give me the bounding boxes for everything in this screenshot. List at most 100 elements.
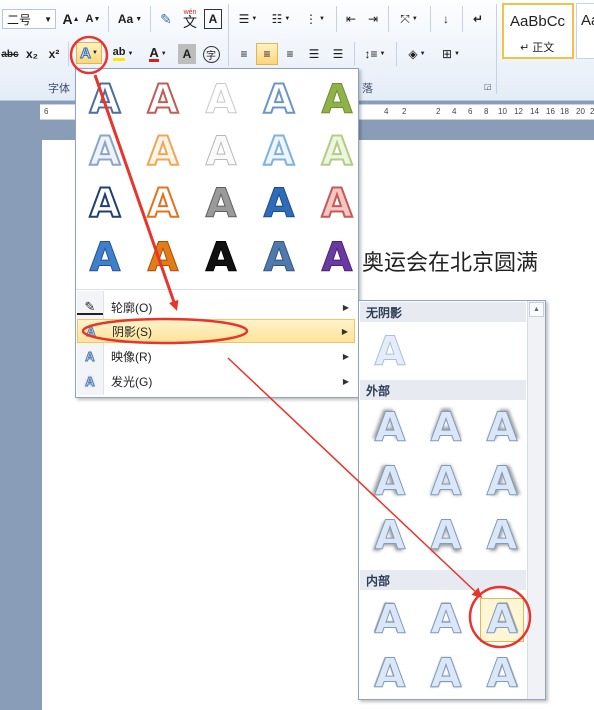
phonetic-guide-button[interactable]: wén 文: [180, 5, 200, 33]
superscript-button[interactable]: x²: [45, 44, 63, 64]
multilevel-list-button[interactable]: ⋮ ▼: [300, 9, 330, 29]
strikethrough-button[interactable]: abc: [0, 44, 20, 64]
inner-shadow-option-selected[interactable]: A: [480, 598, 524, 642]
text-effect-swatch[interactable]: A: [84, 237, 126, 279]
text-effect-swatch[interactable]: A: [142, 79, 184, 121]
scroll-up-icon[interactable]: ▲: [529, 302, 544, 317]
style-normal-preview: AaBbCc: [510, 13, 566, 30]
text-effect-swatch[interactable]: A: [316, 131, 358, 173]
menu-item-label: 映像(R): [111, 349, 152, 364]
ruler-tick: 4: [452, 107, 457, 116]
text-effect-swatch[interactable]: A: [316, 79, 358, 121]
align-left-icon: ≡: [240, 47, 248, 61]
subscript-label: x₂: [25, 47, 38, 61]
inner-shadow-option[interactable]: A: [425, 653, 467, 695]
char-shading-button[interactable]: A: [178, 44, 196, 64]
text-effect-swatch[interactable]: A: [258, 79, 300, 121]
text-effect-swatch[interactable]: A: [84, 183, 126, 225]
font-group-label: 字体: [48, 83, 70, 95]
gallery-row: A A A A A: [84, 237, 358, 279]
enclose-char-button[interactable]: 字: [202, 44, 220, 64]
increase-indent-button[interactable]: ⇥: [364, 9, 382, 29]
grow-font-button[interactable]: A ▲: [62, 9, 80, 29]
outer-shadow-option[interactable]: A: [369, 515, 411, 557]
numbering-button[interactable]: ☷ ▼: [266, 9, 296, 29]
text-effect-swatch[interactable]: A: [200, 237, 242, 279]
decrease-indent-button[interactable]: ⇤: [342, 9, 360, 29]
chevron-down-icon: ▼: [91, 50, 98, 56]
ruler-tick: 8: [484, 107, 489, 116]
outer-shadow-option[interactable]: A: [369, 407, 411, 449]
shrink-font-button[interactable]: A ▼: [84, 9, 102, 29]
chinese-layout-icon: ⤧: [400, 11, 410, 26]
eraser-icon: ✎: [160, 10, 172, 27]
text-effect-swatch[interactable]: A: [316, 237, 358, 279]
dialog-launcher-icon[interactable]: ◲: [484, 82, 492, 91]
text-effect-swatch[interactable]: A: [200, 183, 242, 225]
menu-item-glow[interactable]: A 发光(G) ▶: [77, 369, 355, 393]
text-effect-swatch[interactable]: A: [142, 183, 184, 225]
chevron-down-icon: ▼: [411, 16, 418, 22]
shading-button[interactable]: ◈ ▼: [402, 44, 432, 64]
menu-item-reflection[interactable]: A 映像(R) ▶: [77, 344, 355, 368]
borders-button[interactable]: ⊞ ▼: [436, 44, 466, 64]
inner-shadow-option[interactable]: A: [369, 599, 411, 641]
text-effect-swatch[interactable]: A: [84, 79, 126, 121]
outer-shadow-option[interactable]: A: [481, 515, 523, 557]
shadow-row: A A A: [369, 461, 523, 503]
inner-shadow-option[interactable]: A: [369, 653, 411, 695]
font-color-button[interactable]: A ▼: [143, 44, 173, 64]
outer-shadow-option[interactable]: A: [425, 407, 467, 449]
menu-item-shadow[interactable]: A 阴影(S) ▶: [77, 319, 355, 343]
shadow-row: A: [369, 331, 411, 373]
chinese-layout-button[interactable]: ⤧ ▼: [394, 9, 424, 29]
text-effect-swatch[interactable]: A: [316, 183, 358, 225]
line-spacing-button[interactable]: ↕≡ ▼: [360, 44, 390, 64]
style-normal[interactable]: AaBbCc ↵ 正文: [502, 3, 574, 59]
text-effect-swatch[interactable]: A: [258, 131, 300, 173]
outer-shadow-option[interactable]: A: [425, 515, 467, 557]
font-size-box[interactable]: 二号 ▼: [2, 9, 56, 29]
text-effect-swatch[interactable]: A: [200, 79, 242, 121]
distributed-button[interactable]: ☰: [328, 44, 348, 64]
divider: [336, 6, 337, 32]
justify-button[interactable]: ☰: [304, 44, 324, 64]
highlight-button[interactable]: ab ▼: [108, 44, 138, 64]
align-center-button[interactable]: ≡: [256, 43, 278, 65]
align-left-button[interactable]: ≡: [234, 44, 254, 64]
superscript-label: x²: [48, 47, 60, 61]
submenu-scrollbar[interactable]: ▲: [527, 301, 545, 699]
char-border-button[interactable]: A: [204, 9, 222, 29]
menu-item-outline[interactable]: ✎ 轮廓(O) ▶: [77, 295, 355, 319]
style-heading[interactable]: Aa: [576, 3, 594, 59]
inner-shadow-option[interactable]: A: [425, 599, 467, 641]
text-effect-swatch[interactable]: A: [84, 131, 126, 173]
multilevel-icon: ⋮: [305, 12, 318, 26]
outer-shadow-option[interactable]: A: [481, 407, 523, 449]
no-shadow-option[interactable]: A: [369, 331, 411, 373]
paint-bucket-icon: ◈: [408, 47, 418, 61]
ruler-tick: 20: [576, 107, 585, 116]
text-effect-button[interactable]: A ▼: [76, 42, 102, 64]
text-effect-swatch[interactable]: A: [258, 183, 300, 225]
document-text[interactable]: 奥运会在北京圆满: [362, 245, 538, 277]
inner-shadow-option[interactable]: A: [481, 653, 523, 695]
outer-shadow-option[interactable]: A: [425, 461, 467, 503]
text-effect-swatch[interactable]: A: [200, 131, 242, 173]
change-case-button[interactable]: Aa ▼: [115, 9, 145, 29]
text-effect-swatch[interactable]: A: [142, 131, 184, 173]
sort-button[interactable]: ↓: [436, 9, 456, 29]
text-effect-swatch[interactable]: A: [258, 237, 300, 279]
subscript-button[interactable]: x₂: [23, 44, 41, 64]
ruler-tick: 12: [514, 107, 523, 116]
clear-format-button[interactable]: ✎: [156, 9, 176, 29]
outer-shadow-option[interactable]: A: [369, 461, 411, 503]
bullets-button[interactable]: ☰ ▼: [234, 9, 262, 29]
font-size-value: 二号: [7, 12, 32, 27]
reflection-icon: A: [85, 348, 95, 364]
outer-shadow-option[interactable]: A: [481, 461, 523, 503]
text-effect-swatch[interactable]: A: [142, 237, 184, 279]
align-center-icon: ≡: [263, 47, 271, 61]
show-marks-button[interactable]: ↵: [468, 9, 488, 29]
align-right-button[interactable]: ≡: [280, 44, 300, 64]
